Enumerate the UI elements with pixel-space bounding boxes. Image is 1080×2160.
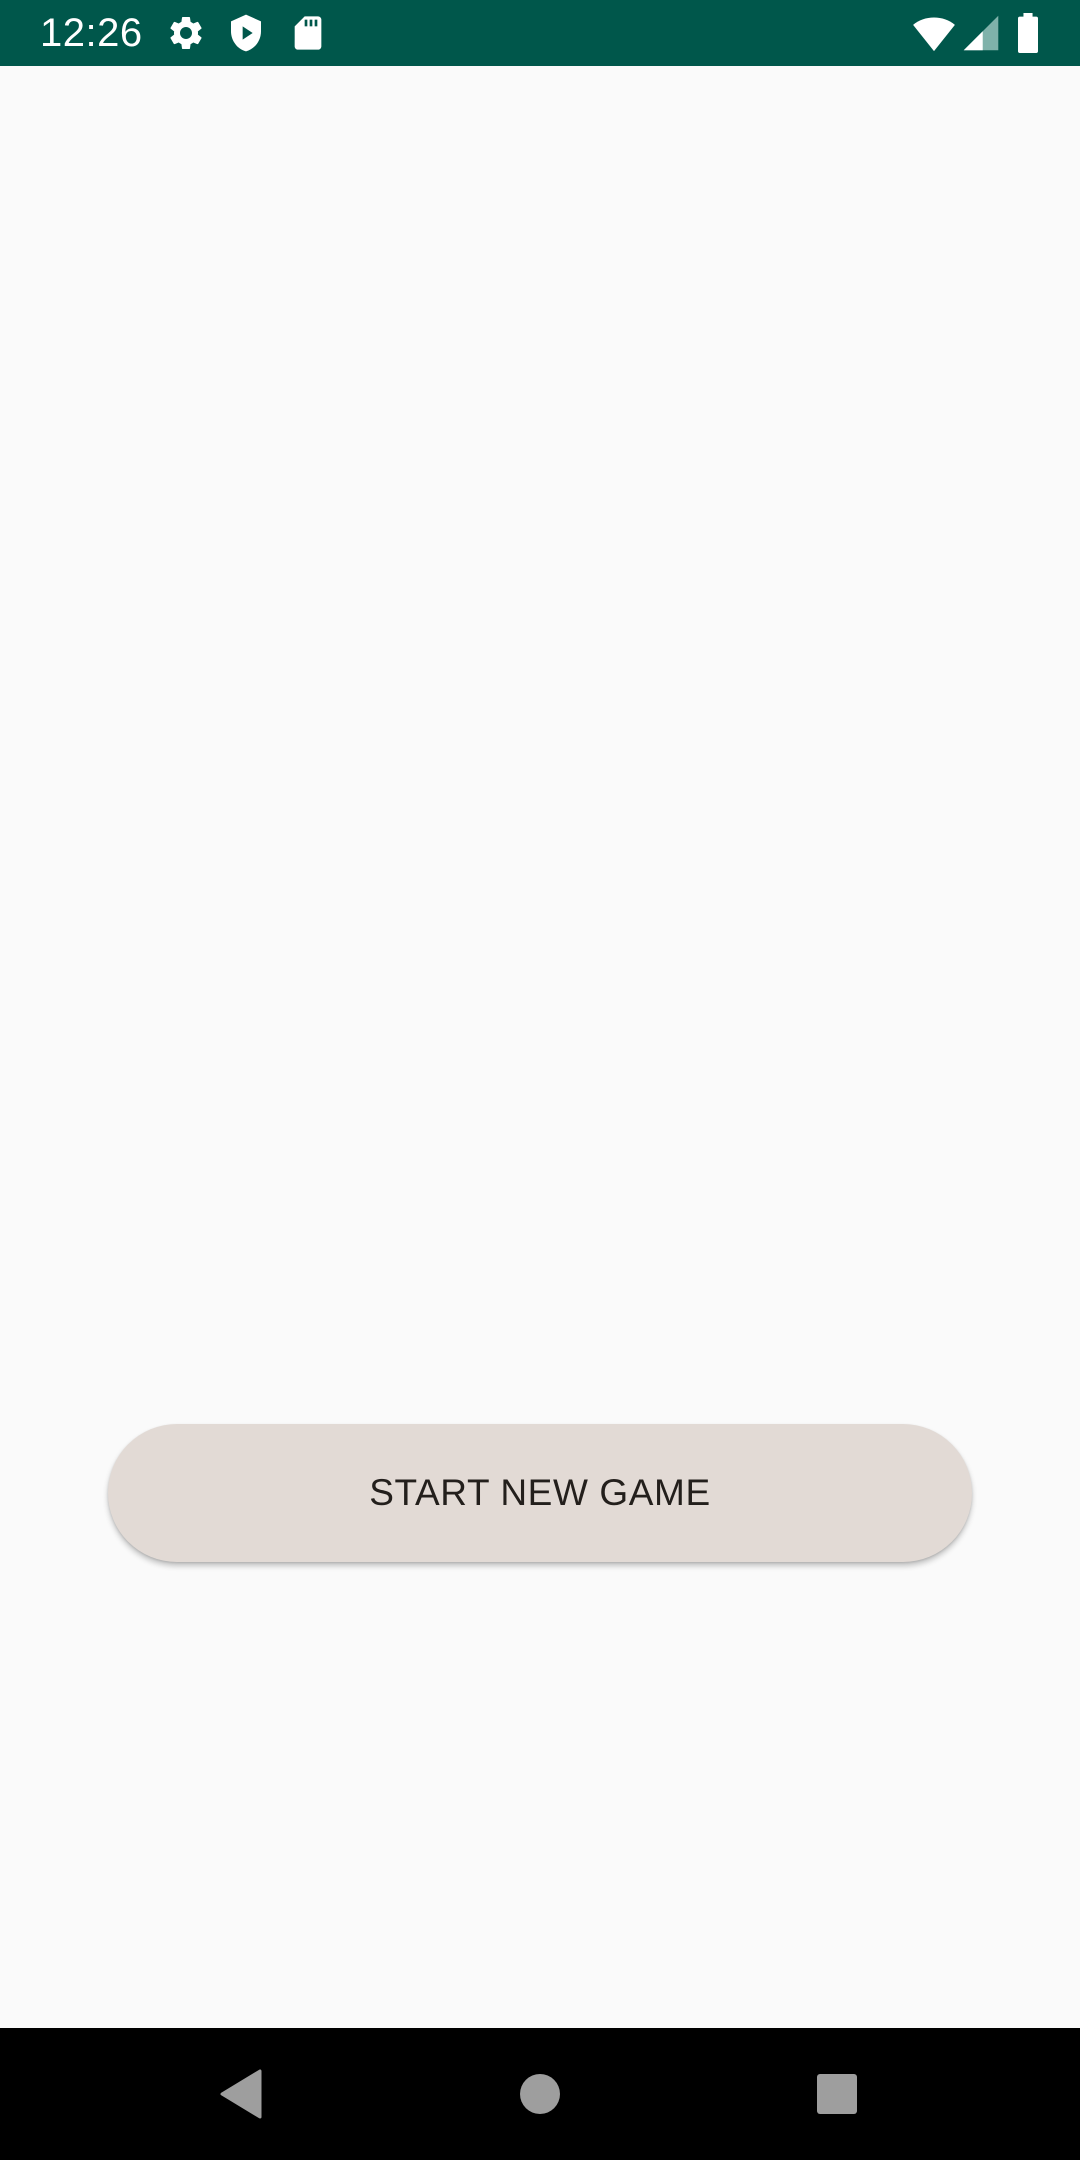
recents-icon[interactable] [797, 2054, 877, 2134]
start-new-game-label: START NEW GAME [369, 1472, 711, 1513]
wifi-icon [912, 13, 956, 53]
app-screen: 12:26 START NEW GAME [0, 0, 1080, 2160]
battery-icon [1016, 13, 1040, 53]
main-content: START NEW GAME [0, 66, 1080, 2028]
status-bar: 12:26 [0, 0, 1080, 66]
home-icon[interactable] [500, 2054, 580, 2134]
settings-icon [166, 13, 206, 53]
shield-play-icon [226, 13, 266, 53]
status-time: 12:26 [40, 11, 143, 55]
back-icon[interactable] [200, 2054, 280, 2134]
sd-card-icon [288, 13, 328, 53]
cellular-signal-icon [962, 13, 1000, 53]
start-new-game-button[interactable]: START NEW GAME [108, 1424, 972, 1562]
navigation-bar [0, 2028, 1080, 2160]
